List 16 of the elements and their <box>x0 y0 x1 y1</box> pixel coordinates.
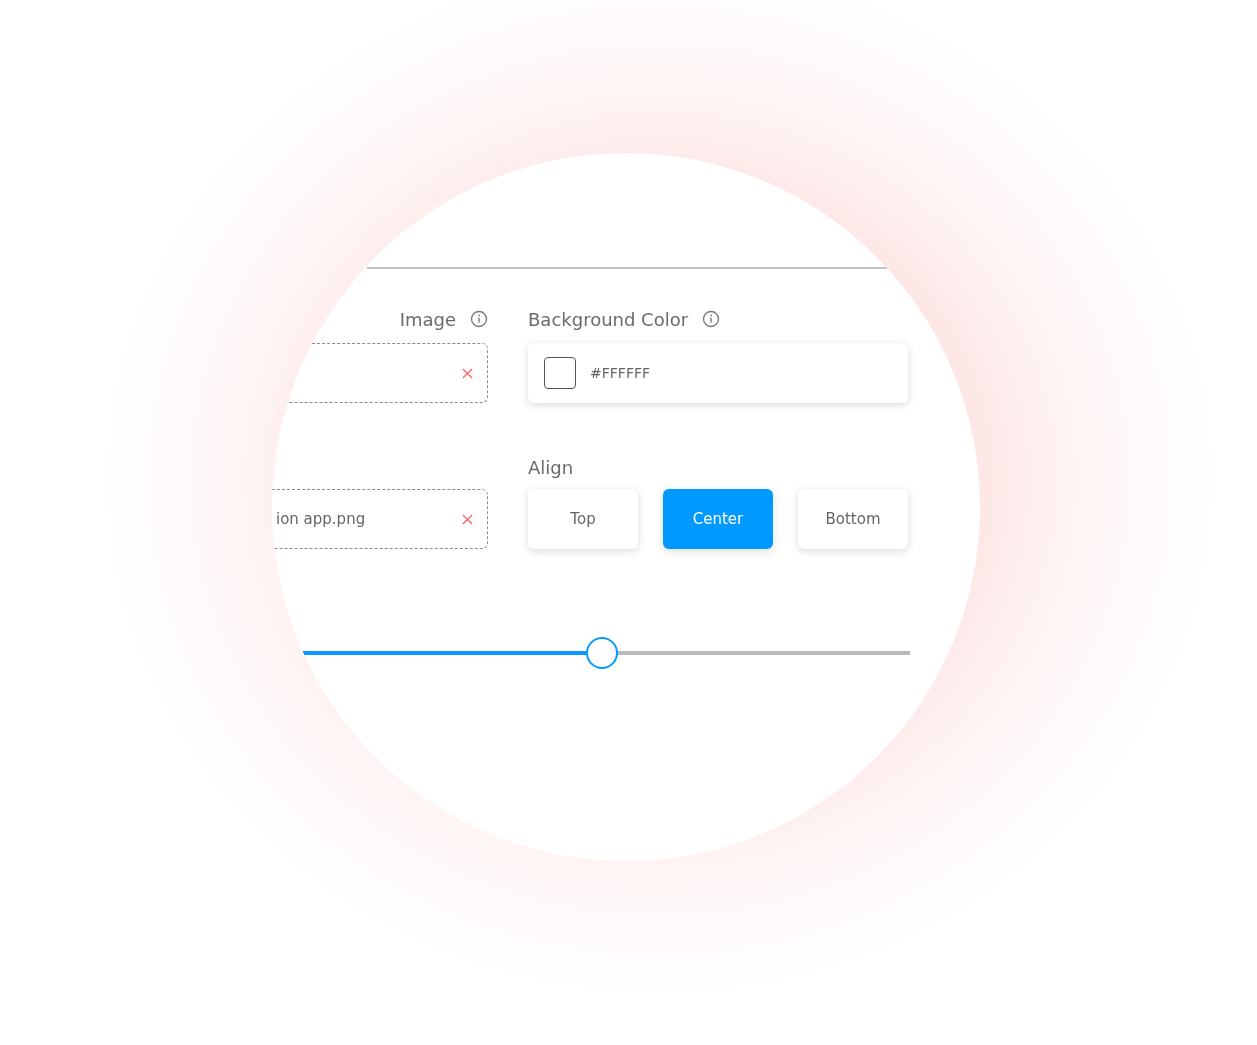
slider-thumb[interactable] <box>585 637 618 669</box>
info-icon[interactable] <box>702 310 721 328</box>
remove-icon[interactable] <box>462 367 473 379</box>
field-label: Image <box>399 308 456 330</box>
color-value: #FFFFFF <box>590 365 651 381</box>
field-label: Align <box>528 456 574 478</box>
align-button[interactable]: Top <box>528 489 638 549</box>
color-swatch[interactable] <box>544 357 576 389</box>
color-field[interactable]: #FFFFFF <box>528 343 908 403</box>
info-icon[interactable] <box>470 310 488 328</box>
upload-box[interactable]: ion app.png <box>272 489 488 549</box>
align-button[interactable]: Bottom <box>798 489 908 549</box>
align-button[interactable]: Center <box>663 489 773 549</box>
field-label: Background Color <box>528 308 689 330</box>
remove-icon[interactable] <box>462 513 473 525</box>
file-name: ion app.png <box>276 510 366 528</box>
